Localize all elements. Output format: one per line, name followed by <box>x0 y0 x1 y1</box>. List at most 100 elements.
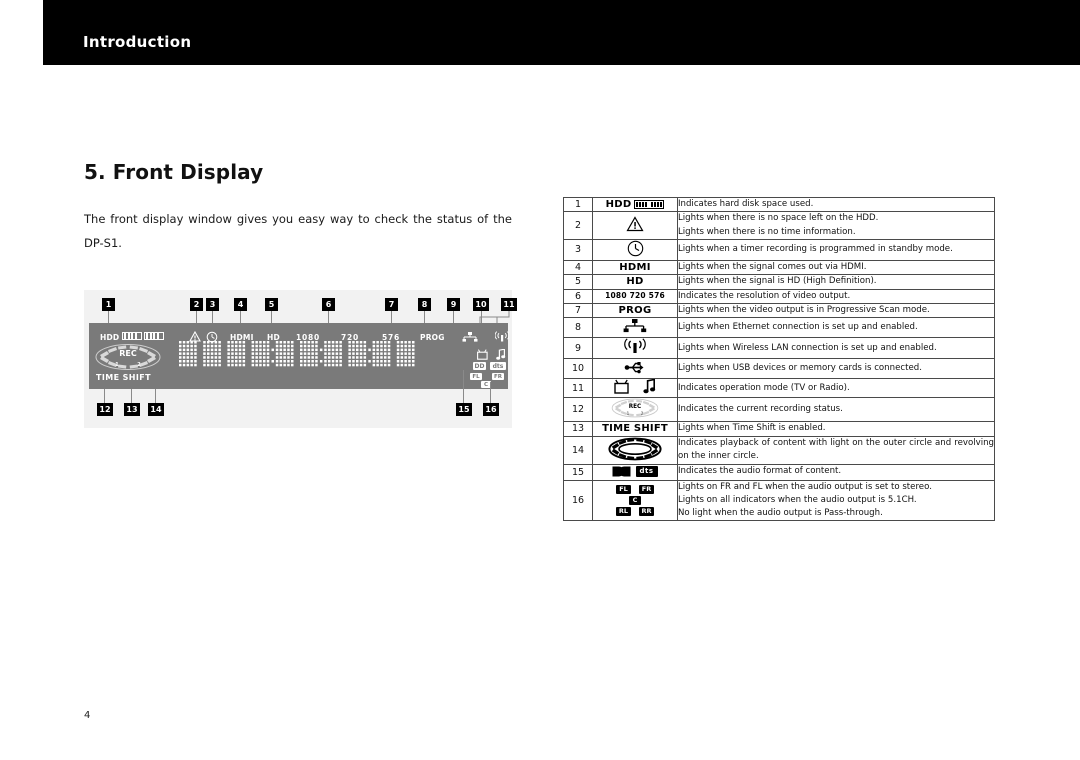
table-body: 1 HDD Indicates hard disk space used. 2 Ligh… <box>563 196 995 522</box>
dot-matrix-display <box>179 341 415 367</box>
row-description: Indicates playback of content with light… <box>677 435 995 465</box>
row-description: Indicates the audio format of content. <box>677 463 995 481</box>
table-row: 11 Indicates operation mode (TV or Radio)… <box>563 378 995 399</box>
row-number: 2 <box>563 211 593 240</box>
svg-text:1: 1 <box>115 362 119 368</box>
svg-text:2: 2 <box>137 362 141 368</box>
speaker-c: C <box>629 495 641 505</box>
callout-1: 1 <box>102 298 115 311</box>
svg-text:REC: REC <box>629 404 641 410</box>
desc-line: Lights when Time Shift is enabled. <box>678 423 826 434</box>
front-display-figure: 1 2 3 4 5 6 7 8 9 10 11 HDD HDMI HD 1080… <box>84 290 540 428</box>
header-title: Introduction <box>83 33 192 51</box>
dts-icon: dts <box>635 465 658 477</box>
panel-label-time-shift: TIME SHIFT <box>96 373 151 382</box>
row-description: Lights when Ethernet connection is set u… <box>677 317 995 339</box>
page-number: 4 <box>84 710 91 721</box>
row-description: Lights when the video output is in Progr… <box>677 302 995 319</box>
speaker-layout-icon: FL FR C RL RR <box>592 479 678 522</box>
table-row: 8 Lights when Ethernet connection is set … <box>563 317 995 339</box>
panel-label-hdd: HDD <box>100 333 120 342</box>
desc-line: Indicates operation mode (TV or Radio). <box>678 382 850 393</box>
table-row: 2 Lights when there is no space left on t… <box>563 211 995 240</box>
desc-line: Lights when Ethernet connection is set u… <box>678 322 918 333</box>
row-description: Lights when Wireless LAN connection is s… <box>677 337 995 360</box>
hdd-gauge-icon <box>122 332 142 340</box>
table-row: 12 REC 1 2 Indicates the current recording s… <box>563 397 995 423</box>
row-number: 9 <box>563 337 593 360</box>
row-number: 13 <box>563 421 593 437</box>
table-row: 14 Indicates playback of content with lig… <box>563 435 995 465</box>
callout-11: 11 <box>501 298 517 311</box>
row-number: 8 <box>563 317 593 339</box>
rec-wheel-icon: REC1 2 <box>592 397 678 423</box>
speaker-rl: RL <box>616 506 631 516</box>
desc-line: Lights on FR and FL when the audio outpu… <box>678 481 932 492</box>
desc-line: Lights when USB devices or memory cards … <box>678 363 922 374</box>
desc-line: Indicates hard disk space used. <box>678 199 814 209</box>
hdd-gauge-icon-2 <box>144 332 164 340</box>
leader-line <box>463 370 464 403</box>
table-row: 6 1080 720 576 Indicates the resolution of… <box>563 288 995 304</box>
table-row: 7 PROG Lights when the video output is in … <box>563 302 995 319</box>
dts-icon: dts <box>490 362 506 370</box>
leader-line <box>131 389 132 403</box>
table-row: 15 dts Indicates the audio format of conte… <box>563 463 995 481</box>
row-number: 5 <box>563 274 593 290</box>
row-description: Lights when there is no space left on th… <box>677 211 995 240</box>
table-row: 1 HDD Indicates hard disk space used. <box>563 196 995 213</box>
hd-text-icon: HD <box>592 274 678 290</box>
callout-5: 5 <box>265 298 278 311</box>
row-description: Lights when a timer recording is program… <box>677 238 995 261</box>
row-number: 16 <box>563 479 593 522</box>
row-number: 6 <box>563 288 593 304</box>
callout-2: 2 <box>190 298 203 311</box>
clock-icon <box>592 238 678 261</box>
row-description: Lights on FR and FL when the audio outpu… <box>677 479 995 522</box>
speaker-fr: FR <box>492 373 504 380</box>
wireless-lan-icon <box>592 337 678 360</box>
desc-line: Lights when there is no time information… <box>678 226 856 237</box>
usb-icon <box>592 358 678 380</box>
audio-format-icon: dts <box>592 463 678 481</box>
hdd-gauge-icon: HDD <box>592 196 678 213</box>
callout-15: 15 <box>456 403 472 416</box>
callout-12: 12 <box>97 403 113 416</box>
table-row: 3 Lights when a timer recording is progra… <box>563 238 995 261</box>
ethernet-icon <box>623 319 647 333</box>
row-description: Lights when USB devices or memory cards … <box>677 358 995 380</box>
callout-6: 6 <box>322 298 335 311</box>
leader-line <box>490 382 491 403</box>
row-description: Lights when the signal comes out via HDM… <box>677 259 995 276</box>
warning-triangle-icon <box>592 211 678 240</box>
desc-line: Lights when there is no space left on th… <box>678 213 879 224</box>
desc-line: Lights when the signal comes out via HDM… <box>678 261 867 272</box>
callout-9: 9 <box>447 298 460 311</box>
svg-text:2: 2 <box>641 411 644 416</box>
speaker-fr: FR <box>639 484 654 494</box>
row-number: 10 <box>563 358 593 380</box>
desc-line: Indicates the resolution of video output… <box>678 290 851 301</box>
speaker-layout-icon: FL FR C RL RR <box>615 482 655 519</box>
clock-icon <box>627 240 643 257</box>
desc-line: Lights when a timer recording is program… <box>678 244 953 255</box>
table-row: 5 HD Lights when the signal is HD (High De… <box>563 274 995 290</box>
row-description: Indicates the current recording status. <box>677 397 995 423</box>
callout-4: 4 <box>234 298 247 311</box>
row-description: Lights when the signal is HD (High Defin… <box>677 274 995 290</box>
prog-text-icon: PROG <box>592 302 678 319</box>
dolby-icon <box>612 466 630 476</box>
ethernet-icon <box>592 317 678 339</box>
desc-line: Indicates playback of content with light… <box>678 437 994 461</box>
row-number: 1 <box>563 196 593 213</box>
row-number: 14 <box>563 435 593 465</box>
callout-7: 7 <box>385 298 398 311</box>
row-number: 3 <box>563 238 593 261</box>
callout-3: 3 <box>206 298 219 311</box>
leader-line <box>104 389 105 403</box>
playback-wheel-icon <box>592 435 678 465</box>
desc-line: Lights on all indicators when the audio … <box>678 494 917 505</box>
desc-line: Lights when Wireless LAN connection is s… <box>678 342 937 353</box>
row-number: 4 <box>563 259 593 276</box>
warning-triangle-icon <box>626 216 644 232</box>
